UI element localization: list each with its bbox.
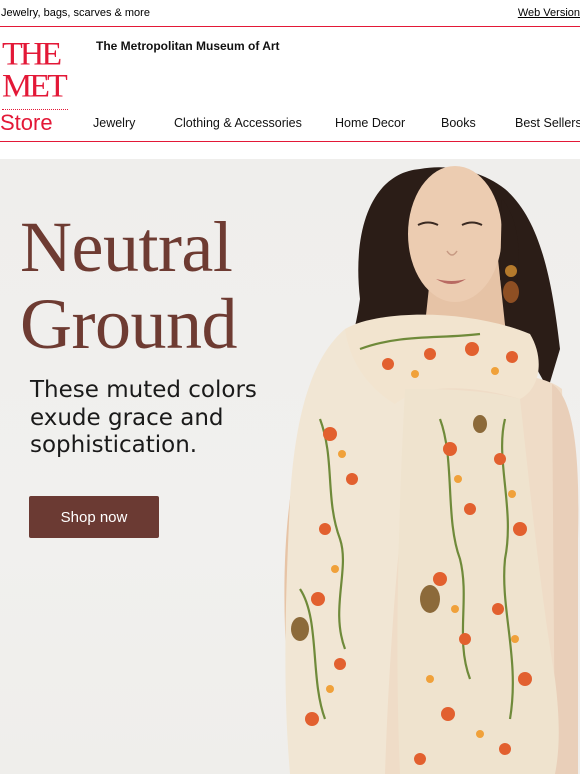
nav-divider [0,141,580,142]
logo-wordmark-met: MET [2,68,68,105]
hero-headline-line1: Neutral [20,207,233,287]
nav-item-books[interactable]: Books [441,116,476,130]
hero-subcopy: These muted colors exude grace and sophi… [30,377,257,458]
header-divider-top [0,26,580,27]
main-nav: Jewelry Clothing & Accessories Home Deco… [0,116,580,134]
preheader-text: Jewelry, bags, scarves & more [1,7,150,19]
nav-item-jewelry[interactable]: Jewelry [93,116,135,130]
nav-item-home-decor[interactable]: Home Decor [335,116,405,130]
hero-headline-line2: Ground [20,284,237,364]
logo-wordmark-the: THE [2,36,62,73]
hero-banner[interactable]: Neutral Ground These muted colors exude … [0,159,580,774]
shop-now-button[interactable]: Shop now [29,496,159,538]
nav-item-clothing-accessories[interactable]: Clothing & Accessories [174,116,302,130]
hero-headline: Neutral Ground [20,209,237,363]
preheader: Jewelry, bags, scarves & more Web Versio… [0,0,580,27]
web-version-link[interactable]: Web Version [518,7,580,19]
nav-item-best-sellers[interactable]: Best Sellers [515,116,580,130]
museum-name: The Metropolitan Museum of Art [96,39,280,53]
